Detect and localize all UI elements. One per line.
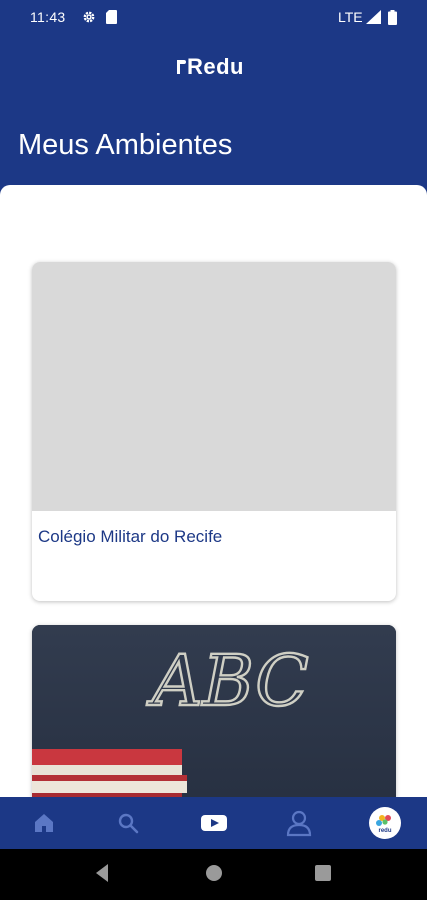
home-circle-icon[interactable] — [204, 862, 224, 889]
nav-search-button[interactable] — [98, 797, 158, 849]
battery-icon — [388, 10, 397, 28]
environment-image: ABC — [32, 625, 396, 797]
status-bar: 11:43 LTE — [0, 0, 427, 36]
recents-icon[interactable] — [314, 862, 332, 889]
environment-card[interactable]: ABC — [32, 625, 396, 797]
network-type: LTE — [338, 9, 363, 25]
environment-image-placeholder — [32, 262, 396, 511]
svg-text:redu: redu — [378, 828, 391, 834]
nav-redu-button[interactable]: redu — [354, 797, 414, 849]
environment-name: Colégio Militar do Recife — [38, 527, 223, 546]
redu-avatar-icon: redu — [369, 807, 401, 839]
page-title: Meus Ambientes — [18, 129, 233, 161]
nav-videos-button[interactable] — [184, 797, 244, 849]
logo-text: Redu — [187, 54, 244, 79]
redu-logo: Redu — [176, 54, 244, 81]
status-time: 11:43 — [30, 9, 66, 25]
chalk-text: ABC — [146, 640, 309, 722]
settings-icon — [82, 10, 96, 27]
nav-profile-button[interactable] — [269, 797, 329, 849]
back-icon[interactable] — [94, 862, 110, 889]
system-nav-bar — [0, 849, 427, 900]
environment-card[interactable]: Colégio Militar do Recife — [32, 262, 396, 601]
signal-icon — [366, 10, 381, 27]
redu-logo-icon — [176, 55, 186, 81]
nav-home-button[interactable] — [14, 797, 74, 849]
app-header: Redu Meus Ambientes — [0, 36, 427, 161]
bottom-nav: redu — [0, 797, 427, 849]
sd-card-icon — [106, 10, 117, 27]
environments-list[interactable]: Colégio Militar do Recife ABC — [0, 185, 427, 797]
